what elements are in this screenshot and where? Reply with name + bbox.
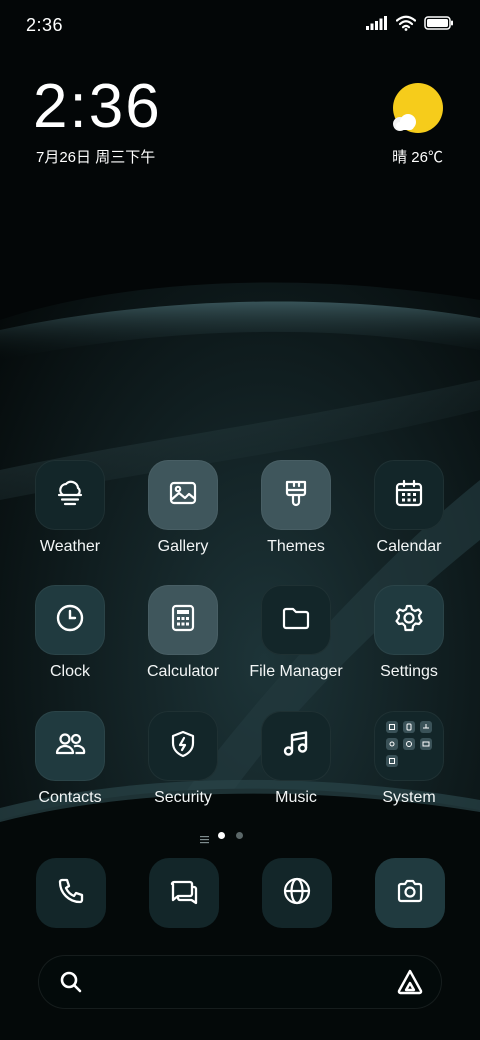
image-icon: [168, 478, 198, 513]
app-label: Music: [275, 789, 317, 806]
app-clock[interactable]: Clock: [14, 585, 126, 681]
app-settings[interactable]: Settings: [353, 585, 465, 681]
page-dot-active[interactable]: [218, 832, 225, 839]
app-label: Contacts: [38, 789, 102, 806]
shield-icon: [168, 729, 198, 764]
app-weather[interactable]: Weather: [14, 460, 126, 556]
app-label: Weather: [39, 538, 101, 555]
clock-widget-time[interactable]: 2:36: [33, 76, 162, 138]
app-security[interactable]: Security: [127, 711, 239, 807]
gear-icon: [394, 603, 424, 638]
status-time: 2:36: [26, 15, 64, 35]
globe-icon: [282, 876, 312, 911]
brush-icon: [281, 478, 311, 513]
weather-widget[interactable]: [384, 82, 444, 143]
sun-cloud-icon: [388, 83, 444, 142]
status-bar: 2:36: [0, 0, 480, 50]
app-contacts[interactable]: Contacts: [14, 711, 126, 807]
app-themes[interactable]: Themes: [240, 460, 352, 556]
wifi-icon: [395, 15, 417, 36]
weather-summary[interactable]: 晴 26℃: [392, 146, 443, 167]
app-label: Gallery: [157, 538, 209, 555]
app-label: Themes: [267, 538, 325, 555]
dock-browser[interactable]: [262, 858, 332, 928]
app-system-folder[interactable]: System: [353, 711, 465, 807]
app-music[interactable]: Music: [240, 711, 352, 807]
app-label: Calendar: [376, 538, 442, 555]
app-label: Calculator: [146, 663, 220, 680]
app-calendar[interactable]: Calendar: [353, 460, 465, 556]
assistant-icon[interactable]: [396, 968, 424, 1001]
search-icon[interactable]: [58, 969, 84, 1000]
app-label: File Manager: [249, 663, 343, 680]
home-menu-icon: [200, 831, 209, 849]
folder-icon: [281, 603, 311, 638]
app-file-manager[interactable]: File Manager: [240, 585, 352, 681]
page-indicator[interactable]: [0, 830, 480, 844]
camera-icon: [395, 876, 425, 911]
dock-messages[interactable]: [149, 858, 219, 928]
app-label: Settings: [380, 663, 438, 680]
app-label: Clock: [49, 663, 90, 680]
calculator-icon: [168, 603, 198, 638]
app-label: System: [382, 789, 436, 806]
messages-icon: [168, 876, 200, 911]
battery-icon: [424, 16, 454, 35]
signal-icon: [366, 16, 388, 35]
phone-icon: [56, 876, 86, 911]
app-gallery[interactable]: Gallery: [127, 460, 239, 556]
app-calculator[interactable]: Calculator: [127, 585, 239, 681]
app-label: Security: [154, 789, 212, 806]
dock-phone[interactable]: [36, 858, 106, 928]
contacts-icon: [54, 729, 86, 764]
page-dot[interactable]: [236, 832, 243, 839]
music-icon: [281, 729, 311, 764]
dock-camera[interactable]: [375, 858, 445, 928]
weather-icon: [55, 478, 85, 513]
status-icons: [366, 15, 454, 36]
search-bar[interactable]: [38, 955, 442, 1009]
clock-icon: [55, 603, 85, 638]
calendar-icon: [394, 478, 424, 513]
clock-widget-date[interactable]: 7月26日 周三下午: [36, 146, 155, 167]
folder-grid-icon: [382, 717, 436, 776]
